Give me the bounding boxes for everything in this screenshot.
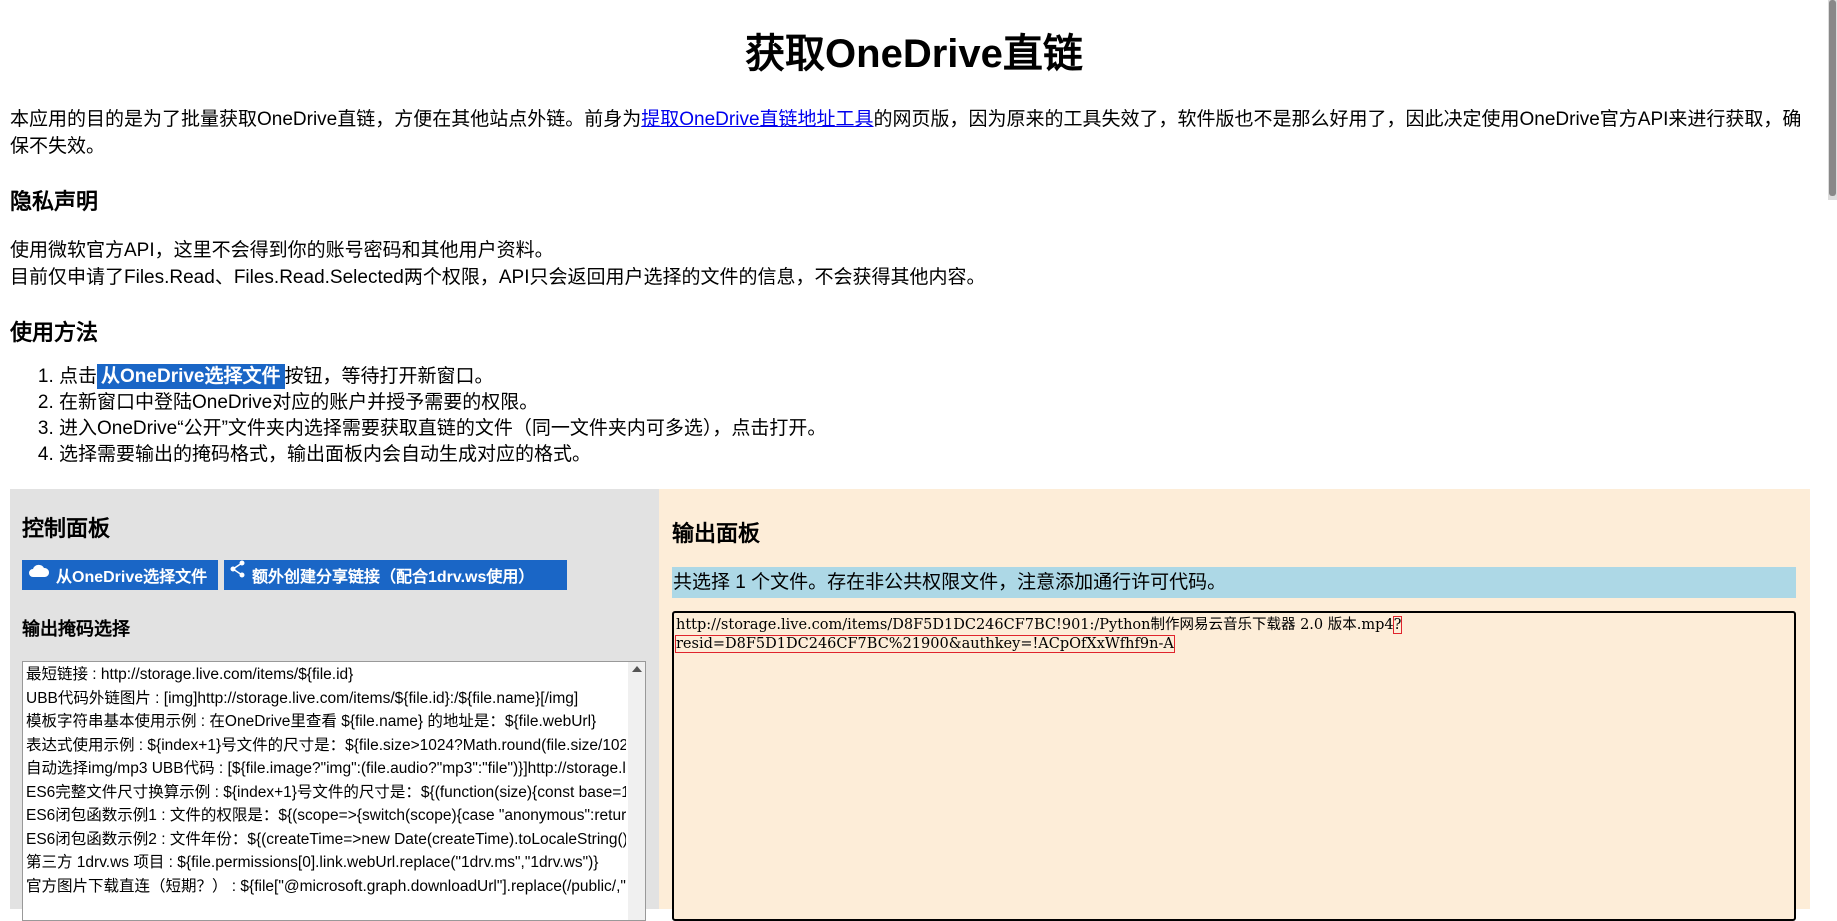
mask-option[interactable]: 模板字符串基本使用示例 : 在OneDrive里查看 ${file.name} … <box>23 710 626 734</box>
create-share-link-button-label: 额外创建分享链接（配合1drv.ws使用） <box>252 569 535 586</box>
page-scrollbar[interactable] <box>1828 0 1837 200</box>
usage-steps: 点击从OneDrive选择文件按钮，等待打开新窗口。 在新窗口中登陆OneDri… <box>10 364 826 468</box>
select-file-button[interactable]: 从OneDrive选择文件 <box>22 560 218 590</box>
control-panel-heading: 控制面板 <box>22 516 111 541</box>
intro-link[interactable]: 提取OneDrive直链地址工具 <box>641 109 873 130</box>
usage-step: 进入OneDrive“公开”文件夹内选择需要获取直链的文件（同一文件夹内可多选）… <box>59 416 826 442</box>
output-status-message: 共选择 1 个文件。存在非公共权限文件，注意添加通行许可代码。 <box>672 567 1796 598</box>
privacy-heading: 隐私声明 <box>10 189 99 214</box>
mask-option[interactable]: ES6闭包函数示例2 : 文件年份：${(createTime=>new Dat… <box>23 828 626 852</box>
intro-paragraph: 本应用的目的是为了批量获取OneDrive直链，方便在其他站点外链。前身为提取O… <box>10 106 1816 160</box>
mask-option[interactable]: 最短链接 : http://storage.live.com/items/${f… <box>23 663 626 687</box>
mask-option[interactable]: 自动选择img/mp3 UBB代码 : [${file.image?"img":… <box>23 757 626 781</box>
select-file-button-label: 从OneDrive选择文件 <box>56 569 208 586</box>
usage-step: 在新窗口中登陆OneDrive对应的账户并授予需要的权限。 <box>59 390 826 416</box>
page-title: 获取OneDrive直链 <box>745 32 1083 76</box>
output-textarea[interactable]: http://storage.live.com/items/D8F5D1DC24… <box>672 611 1796 921</box>
usage-step: 选择需要输出的掩码格式，输出面板内会自动生成对应的格式。 <box>59 442 826 468</box>
create-share-link-button[interactable]: 额外创建分享链接（配合1drv.ws使用） <box>224 560 567 590</box>
mask-option[interactable]: UBB代码外链图片 : [img]http://storage.live.com… <box>23 687 626 711</box>
share-icon <box>230 560 252 587</box>
intro-text-before: 本应用的目的是为了批量获取OneDrive直链，方便在其他站点外链。前身为 <box>10 109 642 130</box>
output-spellcheck-flag: ? <box>1392 616 1403 634</box>
mask-option[interactable]: 表达式使用示例 : ${index+1}号文件的尺寸是：${file.size>… <box>23 734 626 758</box>
mask-select-list[interactable]: 最短链接 : http://storage.live.com/items/${f… <box>22 661 646 921</box>
step1-text-after: 按钮，等待打开新窗口。 <box>284 366 494 387</box>
mask-select-label: 输出掩码选择 <box>22 619 130 639</box>
page-scrollbar-thumb[interactable] <box>1829 0 1836 196</box>
output-line-2: resid=D8F5D1DC246CF7BC%21900&authkey=!AC… <box>675 635 1792 654</box>
output-panel: 输出面板 共选择 1 个文件。存在非公共权限文件，注意添加通行许可代码。 htt… <box>659 489 1810 921</box>
output-query-string: resid=D8F5D1DC246CF7BC%21900&authkey=!AC… <box>675 635 1175 653</box>
mask-option[interactable]: 官方图片下载直连（短期？） : ${file["@microsoft.graph… <box>23 875 626 899</box>
privacy-line-2: 目前仅申请了Files.Read、Files.Read.Selected两个权限… <box>10 267 986 288</box>
output-url: http://storage.live.com/items/D8F5D1DC24… <box>676 617 1394 633</box>
mask-option[interactable]: ES6闭包函数示例1 : 文件的权限是：${(scope=>{switch(sc… <box>23 804 626 828</box>
control-panel: 控制面板 从OneDrive选择文件 额外创建分享链接（配合1drv.ws使用）… <box>10 489 659 921</box>
mask-option[interactable]: 第三方 1drv.ws 项目 : ${file.permissions[0].l… <box>23 851 626 875</box>
mask-option[interactable]: ES6完整文件尺寸换算示例 : ${index+1}号文件的尺寸是：${(fun… <box>23 781 626 805</box>
output-line-1: http://storage.live.com/items/D8F5D1DC24… <box>676 616 1792 635</box>
panels: 控制面板 从OneDrive选择文件 额外创建分享链接（配合1drv.ws使用）… <box>10 489 1810 921</box>
step1-text-before: 点击 <box>59 366 98 387</box>
usage-step: 点击从OneDrive选择文件按钮，等待打开新窗口。 <box>59 364 826 390</box>
cloud-icon <box>28 564 56 587</box>
output-panel-heading: 输出面板 <box>672 521 761 546</box>
inline-select-button-label: 从OneDrive选择文件 <box>97 364 285 389</box>
scroll-up-arrow-icon[interactable] <box>632 666 642 672</box>
mask-list-scrollbar[interactable] <box>628 662 645 920</box>
usage-heading: 使用方法 <box>10 320 99 345</box>
privacy-text: 使用微软官方API，这里不会得到你的账号密码和其他用户资料。 目前仅申请了Fil… <box>10 237 985 291</box>
privacy-line-1: 使用微软官方API，这里不会得到你的账号密码和其他用户资料。 <box>10 240 554 261</box>
